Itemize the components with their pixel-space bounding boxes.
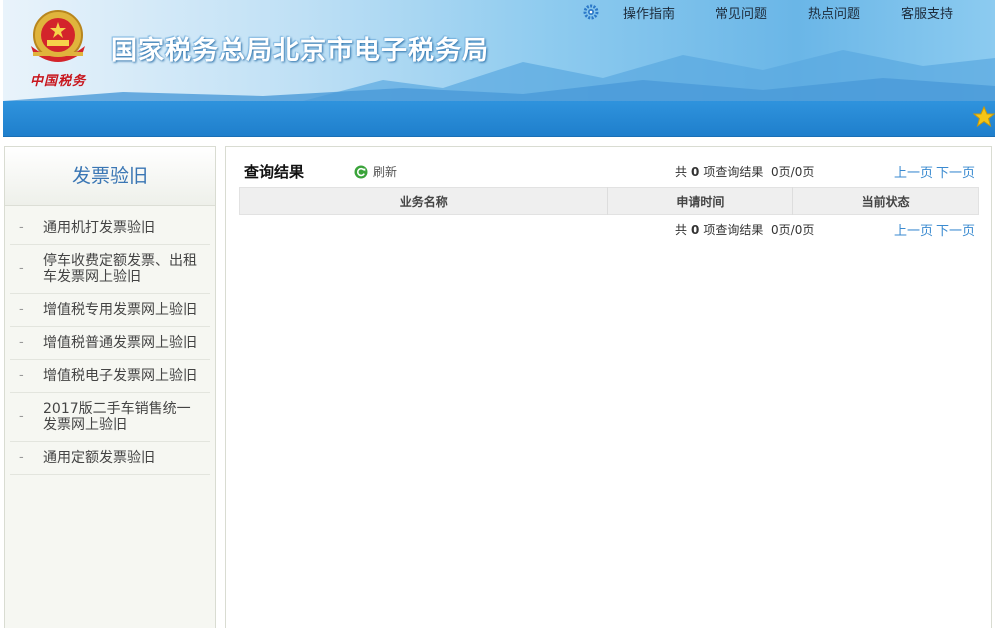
table-header-row: 业务名称 申请时间 当前状态 [239, 187, 979, 215]
nav-faq-link[interactable]: 常见问题 [715, 3, 767, 22]
column-header-apply-time: 申请时间 [607, 187, 794, 215]
dash-icon: - [19, 220, 24, 235]
pager-count: 0 [691, 223, 700, 237]
sidebar-item-label: 2017版二手车销售统一发票网上验旧 [43, 401, 191, 433]
pager-count: 0 [691, 165, 700, 179]
pager-pages: 0页/0页 [771, 165, 815, 179]
sidebar-item-parking-taxi-invoice[interactable]: - 停车收费定额发票、出租车发票网上验旧 [10, 245, 210, 294]
sidebar-item-vat-normal-invoice[interactable]: - 增值税普通发票网上验旧 [10, 327, 210, 360]
pager-prefix: 共 [675, 165, 688, 179]
dash-icon: - [19, 368, 24, 383]
site-header: 中国税务 国家税务总局北京市电子税务局 操作指南 常见问题 热点问题 客服支持 [3, 0, 995, 137]
star-icon[interactable] [973, 106, 995, 128]
dash-icon: - [19, 409, 24, 424]
sidebar: 发票验旧 - 通用机打发票验旧 - 停车收费定额发票、出租车发票网上验旧 - 增… [4, 146, 216, 628]
sidebar-item-label: 增值税电子发票网上验旧 [43, 368, 197, 384]
sidebar-title: 发票验旧 [5, 147, 215, 206]
prev-page-link-bottom[interactable]: 上一页 [894, 220, 933, 239]
nav-hot-link[interactable]: 热点问题 [808, 3, 860, 22]
pager-suffix: 项查询结果 [703, 165, 764, 179]
sidebar-menu: - 通用机打发票验旧 - 停车收费定额发票、出租车发票网上验旧 - 增值税专用发… [10, 206, 210, 475]
national-emblem-icon [31, 10, 85, 62]
sidebar-item-used-car-invoice[interactable]: - 2017版二手车销售统一发票网上验旧 [10, 393, 210, 442]
dash-icon: - [19, 335, 24, 350]
sidebar-item-label: 通用定额发票验旧 [43, 450, 155, 466]
column-header-business-name: 业务名称 [239, 187, 609, 215]
nav-guide-link[interactable]: 操作指南 [623, 3, 675, 22]
refresh-label: 刷新 [373, 165, 398, 179]
refresh-icon [354, 165, 368, 179]
sidebar-item-vat-special-invoice[interactable]: - 增值税专用发票网上验旧 [10, 294, 210, 327]
sidebar-item-general-machine-invoice[interactable]: - 通用机打发票验旧 [10, 212, 210, 245]
sidebar-item-vat-electronic-invoice[interactable]: - 增值税电子发票网上验旧 [10, 360, 210, 393]
results-table: 业务名称 申请时间 当前状态 [239, 187, 979, 215]
nav-support-link[interactable]: 客服支持 [901, 3, 953, 22]
sidebar-item-label: 增值税普通发票网上验旧 [43, 335, 197, 351]
prev-page-link-top[interactable]: 上一页 [894, 162, 933, 181]
next-page-link-top[interactable]: 下一页 [936, 162, 975, 181]
pager-pages: 0页/0页 [771, 223, 815, 237]
pager-info-bottom: 共 0 项查询结果 0页/0页 [675, 221, 814, 238]
next-page-link-bottom[interactable]: 下一页 [936, 220, 975, 239]
sidebar-item-label: 通用机打发票验旧 [43, 220, 155, 236]
pager-info-top: 共 0 项查询结果 0页/0页 [675, 163, 814, 180]
gear-icon [583, 4, 599, 20]
emblem-caption: 中国税务 [29, 74, 86, 89]
sidebar-item-label: 增值税专用发票网上验旧 [43, 302, 197, 318]
dash-icon: - [19, 450, 24, 465]
dash-icon: - [19, 261, 24, 276]
main-panel: 查询结果 刷新 共 0 项查询结果 0页/0页 上一页 下一页 业务名称 申请时间 … [225, 146, 992, 628]
results-title: 查询结果 [244, 163, 305, 181]
column-header-status: 当前状态 [861, 194, 910, 209]
sidebar-item-label: 停车收费定额发票、出租车发票网上验旧 [43, 253, 197, 285]
dash-icon: - [19, 302, 24, 317]
pager-prefix: 共 [675, 223, 688, 237]
pager-suffix: 项查询结果 [703, 223, 764, 237]
site-title: 国家税务总局北京市电子税务局 [111, 36, 490, 66]
sidebar-item-fixed-amount-invoice[interactable]: - 通用定额发票验旧 [10, 442, 210, 475]
header-bar [3, 101, 995, 137]
